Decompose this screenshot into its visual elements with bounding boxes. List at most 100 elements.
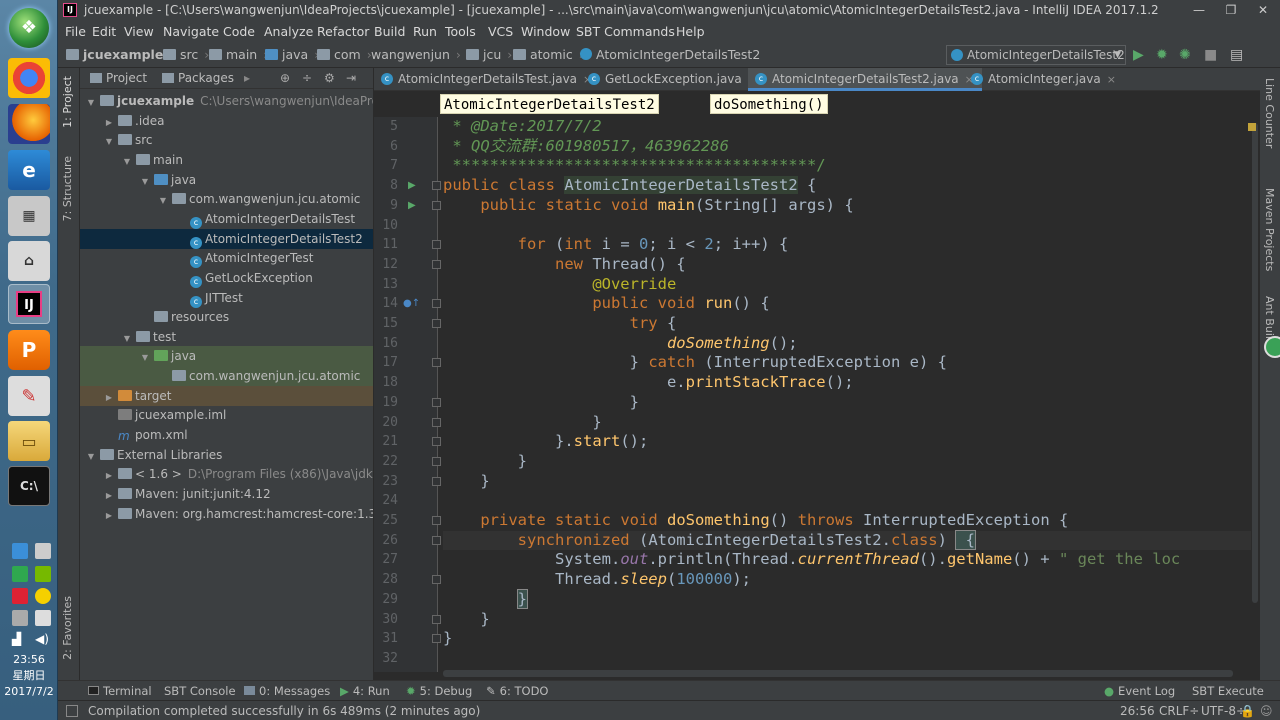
tool-todo[interactable]: ✎ 6: TODO bbox=[486, 681, 548, 701]
tool-debug[interactable]: ✹ 5: Debug bbox=[406, 681, 472, 701]
vertical-scrollbar[interactable] bbox=[1252, 123, 1258, 603]
tab-project[interactable]: Project bbox=[90, 68, 147, 89]
fold-marker-icon[interactable] bbox=[432, 259, 441, 269]
code-area[interactable]: * @Date:2017/7/2 * QQ交流群:601980517，46396… bbox=[443, 117, 1251, 672]
network-signal-icon[interactable]: ▟ bbox=[12, 632, 28, 648]
tray-device-icon[interactable] bbox=[35, 610, 51, 626]
tree-item[interactable]: c JITTest bbox=[80, 288, 373, 308]
fold-marker-icon[interactable] bbox=[432, 634, 441, 644]
breadcrumb-main[interactable]: main› bbox=[209, 42, 268, 68]
tree-item[interactable]: ▼jcuexampleC:\Users\wangwenjun\IdeaProje… bbox=[80, 91, 373, 111]
editor-tab-atomicintegerdetailstest2[interactable]: c AtomicIntegerDetailsTest2.java × bbox=[748, 68, 982, 91]
coverage-icon[interactable]: ✺ bbox=[1179, 47, 1191, 63]
fold-marker-icon[interactable] bbox=[432, 516, 441, 525]
start-button[interactable]: ❖ bbox=[9, 8, 49, 48]
gear-icon[interactable]: ⚙ bbox=[324, 68, 335, 89]
fold-marker-icon[interactable] bbox=[432, 358, 441, 368]
tool-sbt-execute[interactable]: SBT Execute bbox=[1192, 681, 1264, 701]
volume-icon[interactable]: ◀) bbox=[35, 632, 51, 648]
stop-icon[interactable]: ■ bbox=[1204, 47, 1217, 63]
editor-crumb-method[interactable]: doSomething() bbox=[710, 94, 828, 114]
editor-tab-getlockexception[interactable]: cGetLockException.java× bbox=[581, 68, 765, 91]
fold-marker-icon[interactable] bbox=[432, 181, 441, 191]
menu-refactor[interactable]: Refactor bbox=[317, 21, 369, 42]
fold-marker-icon[interactable] bbox=[432, 456, 441, 466]
tool-sbt-console[interactable]: SBT Console bbox=[164, 681, 236, 701]
breadcrumb-src[interactable]: src › bbox=[163, 42, 209, 68]
menu-tools[interactable]: Tools bbox=[445, 21, 476, 42]
run-icon[interactable]: ▶ bbox=[1133, 47, 1144, 63]
tray-flag-icon[interactable] bbox=[12, 610, 28, 626]
menu-window[interactable]: Window bbox=[521, 21, 570, 42]
editor-crumb-class[interactable]: AtomicIntegerDetailsTest2 bbox=[440, 94, 659, 114]
control-panel-icon[interactable]: ▦ bbox=[8, 196, 50, 236]
clock-time[interactable]: 23:56 bbox=[0, 652, 58, 668]
fold-marker-icon[interactable] bbox=[432, 240, 441, 250]
menu-run[interactable]: Run bbox=[413, 21, 437, 42]
firefox-icon[interactable] bbox=[8, 104, 50, 144]
menu-vcs[interactable]: VCS bbox=[488, 21, 513, 42]
presentation-icon[interactable]: P bbox=[8, 330, 50, 370]
tree-item[interactable]: ▶ Maven: org.hamcrest:hamcrest-core:1.3 bbox=[80, 504, 373, 524]
tab-project-tool[interactable]: 1: Project bbox=[61, 76, 74, 128]
tab-line-counter[interactable]: Line Counter bbox=[1263, 78, 1276, 148]
tray-sync-icon[interactable] bbox=[12, 566, 28, 582]
editor-tab-atomicintegerdetailstest[interactable]: cAtomicIntegerDetailsTest.java× bbox=[374, 68, 600, 91]
hide-icon[interactable]: ⇥ bbox=[346, 68, 356, 89]
tree-item[interactable]: c AtomicIntegerTest bbox=[80, 248, 373, 269]
cmd-icon[interactable]: C:\ bbox=[8, 466, 50, 506]
tree-item[interactable]: c AtomicIntegerDetailsTest bbox=[80, 209, 373, 229]
analysis-status-icon[interactable] bbox=[1248, 123, 1256, 131]
lock-icon[interactable]: 🔒 bbox=[1240, 701, 1255, 720]
tab-maven-projects[interactable]: Maven Projects bbox=[1263, 188, 1276, 271]
breadcrumb-jcu[interactable]: jcu › bbox=[466, 42, 512, 68]
menu-file[interactable]: File bbox=[65, 21, 86, 42]
tool-terminal[interactable]: Terminal bbox=[88, 681, 152, 701]
tree-item[interactable]: jcuexample.iml bbox=[80, 405, 373, 425]
tree-item[interactable]: ▼ External Libraries bbox=[80, 445, 373, 465]
tree-item[interactable]: ▼ com.wangwenjun.jcu.atomic bbox=[80, 189, 373, 209]
tree-item[interactable]: ▶ Maven: junit:junit:4.12 bbox=[80, 484, 373, 504]
run-main-gutter-icon[interactable]: ▶ bbox=[408, 200, 416, 212]
tool-windows-toggle-icon[interactable] bbox=[66, 705, 78, 717]
horizontal-scrollbar[interactable] bbox=[443, 670, 1233, 677]
editor-tab-atomicinteger[interactable]: c AtomicInteger.java × bbox=[964, 68, 1124, 91]
tree-item[interactable]: ▼ test bbox=[80, 327, 373, 347]
menu-sbt-commands[interactable]: SBT Commands bbox=[576, 21, 675, 42]
menu-edit[interactable]: Edit bbox=[92, 21, 116, 42]
project-structure-icon[interactable]: ▤ bbox=[1230, 47, 1243, 63]
menu-navigate[interactable]: Navigate bbox=[163, 21, 219, 42]
tray-alert-icon[interactable] bbox=[12, 588, 28, 604]
collapse-icon[interactable]: ÷ bbox=[302, 68, 312, 89]
tree-item[interactable]: c GetLockException bbox=[80, 268, 373, 288]
minimize-button[interactable]: — bbox=[1184, 0, 1214, 21]
close-icon[interactable]: × bbox=[1107, 73, 1116, 86]
menu-analyze[interactable]: Analyze bbox=[264, 21, 313, 42]
tab-favorites-tool[interactable]: 2: Favorites bbox=[61, 596, 74, 660]
close-button[interactable]: ✕ bbox=[1248, 0, 1278, 21]
breadcrumb-wangwenjun[interactable]: wangwenjun › bbox=[371, 42, 461, 68]
tree-item[interactable]: com.wangwenjun.jcu.atomic bbox=[80, 366, 373, 387]
floating-assistant-icon[interactable] bbox=[1264, 336, 1280, 358]
status-message[interactable]: Compilation completed successfully in 6s… bbox=[88, 701, 480, 720]
caret-position[interactable]: 26:56 bbox=[1120, 701, 1155, 720]
ie-icon[interactable]: e bbox=[8, 150, 50, 190]
menu-code[interactable]: Code bbox=[223, 21, 255, 42]
tab-packages[interactable]: Packages ▸ bbox=[162, 68, 250, 89]
fold-marker-icon[interactable] bbox=[432, 437, 441, 447]
menu-build[interactable]: Build bbox=[374, 21, 405, 42]
tree-item[interactable]: ▼ src bbox=[80, 130, 373, 150]
network-icon[interactable]: ⌂ bbox=[8, 241, 50, 281]
tool-messages[interactable]: 0: Messages bbox=[244, 681, 330, 701]
run-configuration-select[interactable]: AtomicIntegerDetailsTest2 ▼ bbox=[946, 45, 1126, 65]
menu-view[interactable]: View bbox=[124, 21, 154, 42]
paint-icon[interactable]: ✎ bbox=[8, 376, 50, 416]
tool-event-log[interactable]: ● Event Log bbox=[1104, 681, 1175, 701]
maximize-button[interactable]: ❐ bbox=[1216, 0, 1246, 21]
fold-marker-icon[interactable] bbox=[432, 476, 441, 486]
breadcrumb-atomic[interactable]: atomic› bbox=[513, 42, 584, 68]
nvidia-icon[interactable] bbox=[35, 566, 51, 582]
fold-marker-icon[interactable] bbox=[432, 200, 441, 210]
fold-marker-icon[interactable] bbox=[432, 319, 441, 328]
tree-item[interactable]: c AtomicIntegerDetailsTest2 bbox=[80, 228, 373, 249]
